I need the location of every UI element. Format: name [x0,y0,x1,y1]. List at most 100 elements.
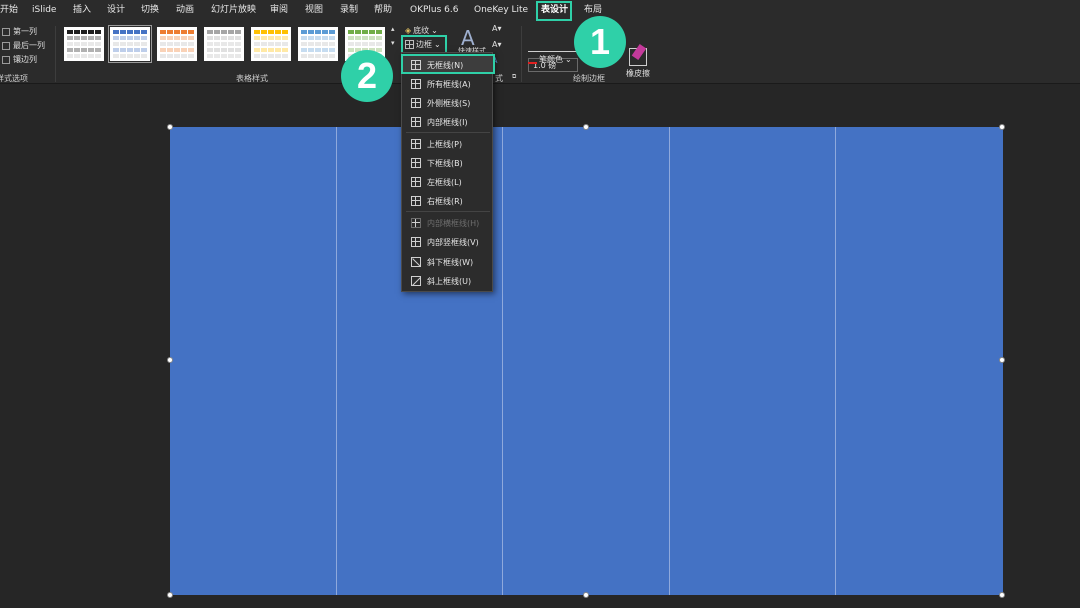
border-menu-item-label: 斜上框线(U) [427,276,472,286]
border-menu-item-label: 内部框线(I) [427,117,468,127]
pen-color-label: 笔颜色 [539,55,563,64]
border-type-icon [411,158,421,168]
eraser-label: 橡皮擦 [626,69,650,78]
border-type-icon [411,79,421,89]
checkbox-label: 最后一列 [13,41,45,50]
table-style-swatch[interactable] [108,25,152,63]
border-menu-item[interactable]: 内部竖框线(V) [402,233,494,251]
table-style-swatch[interactable] [251,27,291,61]
tab-slideshow[interactable]: 幻灯片放映 [211,4,256,17]
border-type-icon [411,117,421,127]
resize-handle[interactable] [999,124,1005,130]
group-label-art-styles: 式 [495,74,503,83]
group-divider [521,26,522,82]
border-menu-item: 内部横框线(H) [402,214,494,232]
border-type-icon [411,177,421,187]
tab-design[interactable]: 设计 [107,4,125,17]
column-divider [336,127,337,595]
resize-handle[interactable] [999,592,1005,598]
border-dropdown-menu: 无框线(N) 所有框线(A) 外侧框线(S) 内部框线(I) 上框线(P) 下框线(B) 左… [401,52,494,292]
resize-handle[interactable] [167,357,173,363]
table-style-swatch[interactable] [204,27,244,61]
group-divider [55,26,56,82]
chevron-down-icon: ⌄ [565,55,572,64]
border-type-icon [411,139,421,149]
gallery-up-icon[interactable]: ▴ [391,25,395,33]
gallery-down-icon[interactable]: ▾ [391,39,395,47]
column-divider [502,127,503,595]
checkbox-label: 镶边列 [13,55,37,64]
table-style-swatch[interactable] [64,27,104,61]
highlight-box-table-design [536,1,572,21]
border-menu-item[interactable]: 内部框线(I) [402,113,494,131]
border-menu-item[interactable]: 外侧框线(S) [402,94,494,112]
column-divider [835,127,836,595]
border-type-icon [411,196,421,206]
checkbox-banded-columns[interactable]: 镶边列 [2,54,37,65]
pen-color-icon [528,55,537,64]
ribbon-body: 第一列 最后一列 镶边列 样式选项 表格样式 ▴ ▾ ◈ 底纹 ⌄ 边框 ⌄ A… [0,22,1080,84]
chevron-down-icon: ⌄ [431,26,438,35]
step-badge-2: 2 [341,50,393,102]
resize-handle[interactable] [583,124,589,130]
table-style-swatch[interactable] [157,27,197,61]
border-menu-item-label: 右框线(R) [427,196,463,206]
tab-help[interactable]: 帮助 [374,4,392,17]
dialog-launcher-icon[interactable]: ⧉ [512,73,516,81]
border-type-icon [411,218,421,228]
border-menu-item-label: 左框线(L) [427,177,462,187]
border-type-icon [411,257,421,267]
tab-onekey[interactable]: OneKey Lite [474,4,528,17]
pen-style-line[interactable] [528,51,576,52]
border-menu-item[interactable]: 左框线(L) [402,173,494,191]
border-menu-item-label: 外侧框线(S) [427,98,471,108]
tab-islide[interactable]: iSlide [32,4,56,17]
eraser-icon [629,48,647,66]
border-menu-item[interactable]: 斜上框线(U) [402,272,494,290]
resize-handle[interactable] [167,592,173,598]
checkbox-first-column[interactable]: 第一列 [2,26,37,37]
menu-separator [406,132,490,133]
tab-view[interactable]: 视图 [305,4,323,17]
border-menu-item-label: 内部竖框线(V) [427,237,479,247]
tab-okplus[interactable]: OKPlus 6.6 [410,4,458,17]
border-menu-item[interactable]: 斜下框线(W) [402,253,494,271]
pen-color-button[interactable]: 笔颜色 ⌄ [528,54,572,65]
eraser-button[interactable]: 橡皮擦 [626,48,650,79]
border-type-icon [411,98,421,108]
ribbon-tab-bar: 开始 iSlide 插入 设计 切换 动画 幻灯片放映 审阅 视图 录制 帮助 … [0,0,1080,22]
border-menu-item[interactable]: 所有框线(A) [402,75,494,93]
border-menu-item-label: 上框线(P) [427,139,463,149]
text-outline-icon[interactable]: A▾ [492,40,502,49]
menu-separator [406,211,490,212]
table[interactable] [170,127,1003,595]
group-label-style-options: 样式选项 [0,74,28,83]
tab-review[interactable]: 审阅 [270,4,288,17]
border-type-icon [411,276,421,286]
resize-handle[interactable] [583,592,589,598]
border-menu-item[interactable]: 下框线(B) [402,154,494,172]
border-menu-item[interactable]: 右框线(R) [402,192,494,210]
tab-transitions[interactable]: 切换 [141,4,159,17]
checkbox-label: 第一列 [13,27,37,36]
resize-handle[interactable] [167,124,173,130]
step-badge-1: 1 [574,16,626,68]
highlight-box-no-border [401,54,495,74]
border-menu-item-label: 所有框线(A) [427,79,471,89]
tab-animations[interactable]: 动画 [176,4,194,17]
border-menu-item-label: 斜下框线(W) [427,257,474,267]
tab-home[interactable]: 开始 [0,4,18,17]
tab-insert[interactable]: 插入 [73,4,91,17]
checkbox-last-column[interactable]: 最后一列 [2,40,45,51]
border-menu-item[interactable]: 上框线(P) [402,135,494,153]
checkbox-icon [2,27,10,36]
text-fill-icon[interactable]: A▾ [492,24,502,33]
border-menu-item-label: 下框线(B) [427,158,463,168]
group-label-table-styles: 表格样式 [236,74,268,83]
tab-record[interactable]: 录制 [340,4,358,17]
paint-bucket-icon: ◈ [405,26,412,35]
resize-handle[interactable] [999,357,1005,363]
border-type-icon [411,237,421,247]
table-style-swatch[interactable] [298,27,338,61]
border-menu-item-label: 内部横框线(H) [427,218,480,228]
